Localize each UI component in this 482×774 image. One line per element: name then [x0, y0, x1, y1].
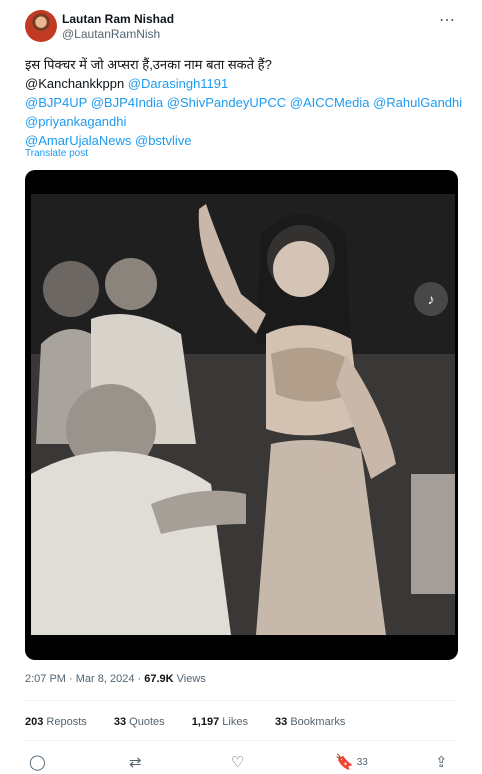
retweet-button[interactable]: ⇄ — [129, 753, 142, 771]
views-count: 67.9K — [144, 673, 174, 685]
likes-count: 1,197 — [191, 716, 220, 728]
mention-plain: @Kanchankkppn — [25, 76, 125, 91]
likes-label: Likes — [222, 716, 248, 728]
translate-link[interactable]: Translate post — [25, 148, 88, 159]
share-icon[interactable]: ⇪ — [435, 753, 448, 771]
share-button[interactable]: ⇪ — [435, 753, 448, 771]
sound-icon[interactable]: ♪ — [414, 282, 448, 316]
bookmark-icon[interactable]: 🔖 — [335, 753, 354, 771]
more-icon[interactable]: ⋯ — [439, 10, 456, 30]
reply-icon[interactable]: ◯ — [29, 753, 46, 771]
heart-icon[interactable]: ♡ — [231, 753, 244, 771]
divider — [25, 740, 457, 741]
tweet-line-5[interactable]: @AmarUjalaNews @bstvlive — [25, 131, 465, 150]
reposts-stat[interactable]: 203 Reposts — [25, 716, 99, 728]
views-label: Views — [176, 673, 206, 685]
reply-button[interactable]: ◯ — [29, 753, 46, 771]
quotes-count: 33 — [113, 716, 127, 728]
bookmark-count: 33 — [356, 756, 368, 768]
tweet-text: इस पिक्चर में जो अप्सरा हैं,उनका नाम बता… — [25, 55, 465, 150]
time-text[interactable]: 2:07 PM · Mar 8, 2024 — [25, 673, 134, 685]
reposts-label: Reposts — [46, 716, 87, 728]
tweet-line-1: इस पिक्चर में जो अप्सरा हैं,उनका नाम बता… — [25, 57, 272, 72]
tweet-line-4[interactable]: @priyankagandhi — [25, 112, 465, 131]
tweet-line-3[interactable]: @BJP4UP @BJP4India @ShivPandeyUPCC @AICC… — [25, 93, 465, 112]
photo-illustration — [31, 194, 455, 635]
author-handle[interactable]: @LautanRamNish — [62, 27, 160, 41]
like-button[interactable]: ♡ — [231, 753, 244, 771]
timestamp[interactable]: 2:07 PM · Mar 8, 2024 · 67.9K Views — [25, 673, 206, 685]
media-container[interactable]: ♪ — [25, 170, 458, 660]
avatar[interactable] — [25, 10, 57, 42]
bookmarks-label: Bookmarks — [290, 716, 346, 728]
bookmarks-stat[interactable]: 33 Bookmarks — [275, 716, 357, 728]
retweet-icon[interactable]: ⇄ — [129, 753, 142, 771]
author-name[interactable]: Lautan Ram Nishad — [62, 12, 174, 26]
engagement-stats: 203 Reposts 33 Quotes 1,197 Likes 33 Boo… — [25, 716, 369, 728]
quotes-stat[interactable]: 33 Quotes — [114, 716, 177, 728]
divider — [25, 700, 457, 701]
quotes-label: Quotes — [129, 716, 165, 728]
action-bar: ◯ ⇄ ♡ 🔖 33 ⇪ — [25, 753, 455, 771]
reposts-count: 203 — [25, 716, 44, 728]
likes-stat[interactable]: 1,197 Likes — [192, 716, 260, 728]
mention-link[interactable]: @Darasingh1191 — [128, 76, 228, 91]
tweet-line-2: @Kanchankkppn @Darasingh1191 — [25, 74, 465, 93]
bookmark-button[interactable]: 🔖 33 — [335, 753, 368, 771]
bookmarks-count: 33 — [275, 716, 288, 728]
tweet-photo[interactable] — [31, 194, 455, 635]
